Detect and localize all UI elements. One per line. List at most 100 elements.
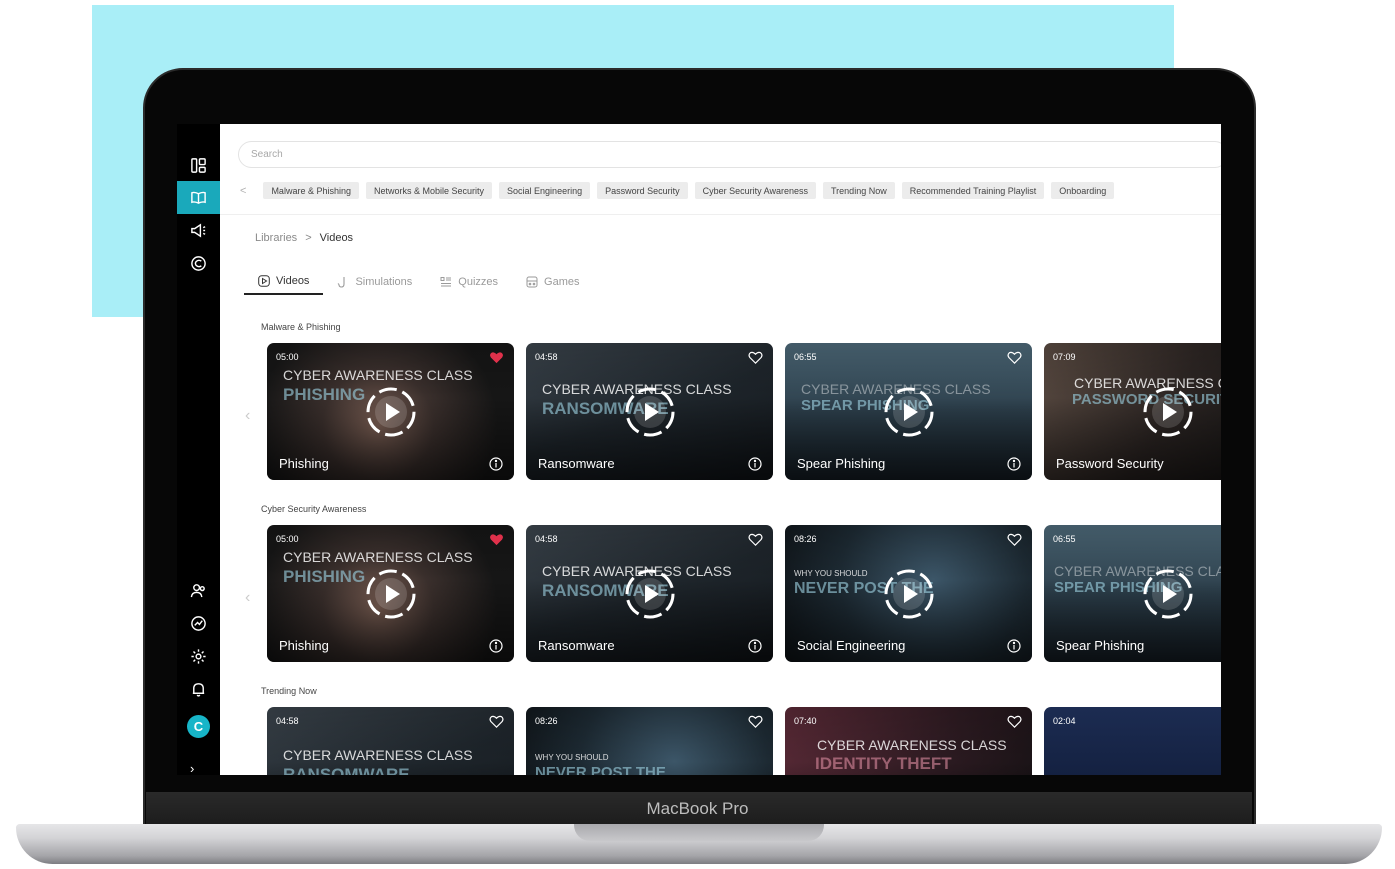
thumbnail-overlay-text: CYBER AWARENESS CLASS xyxy=(817,737,1007,753)
video-duration: 07:40 xyxy=(794,716,817,726)
chip-trending-now[interactable]: Trending Now xyxy=(823,182,895,199)
tab-videos[interactable]: Videos xyxy=(244,269,324,295)
settings-gear-icon xyxy=(191,649,206,664)
heart-outline-icon[interactable] xyxy=(1007,714,1022,729)
heart-outline-icon[interactable] xyxy=(748,350,763,365)
video-card[interactable]: CYBER AWARENESS CLASS PHISHING 05:00 Phi… xyxy=(267,525,514,662)
main-content: Search < Malware & Phishing Networks & M… xyxy=(220,124,1221,775)
video-card[interactable]: CYBER AWARENESS CLASS RANSOMWARE 04:58 R… xyxy=(526,343,773,480)
chip-malware-phishing[interactable]: Malware & Phishing xyxy=(263,182,359,199)
sidebar-item-settings[interactable] xyxy=(177,640,220,673)
info-icon[interactable] xyxy=(1007,457,1021,471)
info-icon[interactable] xyxy=(489,639,503,653)
dashboard-icon xyxy=(191,158,206,173)
video-title: Social Engineering xyxy=(797,638,906,653)
heart-outline-icon[interactable] xyxy=(748,532,763,547)
category-chips: < Malware & Phishing Networks & Mobile S… xyxy=(240,182,1115,199)
sidebar-item-users[interactable] xyxy=(177,574,220,607)
tab-simulations[interactable]: Simulations xyxy=(323,269,426,295)
video-card[interactable]: WHY YOU SHOULD NEVER POST THE 08:26 Soci… xyxy=(785,525,1032,662)
chip-recommended-playlist[interactable]: Recommended Training Playlist xyxy=(901,182,1045,199)
video-card[interactable]: CYBER AWARENESS CLASS RANSOMWARE 04:58 xyxy=(267,707,514,775)
sidebar-item-campaigns[interactable] xyxy=(177,214,220,247)
video-card[interactable]: 02:04 xyxy=(1044,707,1221,775)
video-card[interactable]: CYBER AWARENESS CLASS SPEAR PHISHING 06:… xyxy=(1044,525,1221,662)
sidebar: C › xyxy=(177,124,220,775)
sidebar-item-dashboard[interactable] xyxy=(177,149,220,182)
video-title: Phishing xyxy=(279,638,329,653)
play-button-icon[interactable] xyxy=(1142,386,1194,438)
hook-icon xyxy=(338,277,345,288)
section-title-cyber-awareness: Cyber Security Awareness xyxy=(261,504,367,514)
laptop-notch xyxy=(574,824,824,841)
info-icon[interactable] xyxy=(748,457,762,471)
video-card[interactable]: CYBER AWARENESS CLASS IDENTITY THEFT 07:… xyxy=(785,707,1032,775)
thumbnail-overlay-text: CYBER AWARENESS CLASS xyxy=(283,747,473,763)
play-button-icon[interactable] xyxy=(883,386,935,438)
video-duration: 05:00 xyxy=(276,352,299,362)
avatar[interactable]: C xyxy=(187,715,210,738)
thumbnail-overlay-subtitle: NEVER POST THE xyxy=(535,764,666,775)
video-duration: 06:55 xyxy=(794,352,817,362)
tab-simulations-label: Simulations xyxy=(355,276,413,288)
breadcrumb-libraries[interactable]: Libraries xyxy=(255,232,297,244)
video-title: Spear Phishing xyxy=(1056,638,1145,653)
row-scroll-left-icon[interactable]: ‹ xyxy=(245,589,250,607)
heart-outline-icon[interactable] xyxy=(748,714,763,729)
play-button-icon[interactable] xyxy=(883,568,935,620)
heart-outline-icon[interactable] xyxy=(489,714,504,729)
thumbnail-overlay-text: CYBER AWARENESS CLASS xyxy=(283,549,473,565)
video-duration: 07:09 xyxy=(1053,352,1076,362)
sidebar-item-analytics[interactable] xyxy=(177,607,220,640)
chips-scroll-left-icon[interactable]: < xyxy=(240,185,246,197)
play-button-icon[interactable] xyxy=(624,386,676,438)
tab-videos-label: Videos xyxy=(276,275,310,287)
play-button-icon[interactable] xyxy=(365,386,417,438)
heart-filled-icon[interactable] xyxy=(489,532,504,547)
bell-icon xyxy=(192,683,205,697)
megaphone-icon xyxy=(191,223,206,238)
play-circle-icon xyxy=(258,275,270,287)
copyright-icon xyxy=(191,256,206,271)
video-duration: 08:26 xyxy=(794,534,817,544)
video-duration: 04:58 xyxy=(276,716,299,726)
library-book-icon xyxy=(191,191,206,204)
tab-games[interactable]: Games xyxy=(512,269,593,295)
search-input[interactable]: Search xyxy=(238,141,1221,168)
play-button-icon[interactable] xyxy=(624,568,676,620)
chip-networks-mobile[interactable]: Networks & Mobile Security xyxy=(365,182,493,199)
info-icon[interactable] xyxy=(748,639,762,653)
sidebar-expand-chevron-icon[interactable]: › xyxy=(190,761,194,775)
video-title: Spear Phishing xyxy=(797,456,886,471)
heart-outline-icon[interactable] xyxy=(1007,350,1022,365)
section-title-malware-phishing: Malware & Phishing xyxy=(261,322,341,332)
thumbnail-overlay-text: WHY YOU SHOULD xyxy=(535,753,609,762)
video-card[interactable]: WHY YOU SHOULD NEVER POST THE 08:26 xyxy=(526,707,773,775)
header-divider xyxy=(220,214,1221,215)
info-icon[interactable] xyxy=(1007,639,1021,653)
play-button-icon[interactable] xyxy=(1142,568,1194,620)
chip-social-engineering[interactable]: Social Engineering xyxy=(499,182,591,199)
video-title: Ransomware xyxy=(538,456,615,471)
play-button-icon[interactable] xyxy=(365,568,417,620)
chip-password-security[interactable]: Password Security xyxy=(597,182,688,199)
video-duration: 02:04 xyxy=(1053,716,1076,726)
tab-quizzes[interactable]: Quizzes xyxy=(426,269,512,295)
video-card[interactable]: CYBER AWARENESS CLASS RANSOMWARE 04:58 R… xyxy=(526,525,773,662)
chip-cyber-awareness[interactable]: Cyber Security Awareness xyxy=(694,182,817,199)
heart-filled-icon[interactable] xyxy=(489,350,504,365)
sidebar-item-notifications[interactable] xyxy=(177,673,220,706)
section-title-trending-now: Trending Now xyxy=(261,686,317,696)
video-card[interactable]: CYBER AWARENESS CLASS PASSWORD SECURITY … xyxy=(1044,343,1221,480)
sidebar-item-library[interactable] xyxy=(177,181,220,214)
thumbnail-overlay-subtitle: RANSOMWARE xyxy=(283,765,410,775)
video-title: Password Security xyxy=(1056,456,1164,471)
sidebar-item-compliance[interactable] xyxy=(177,247,220,280)
thumbnail-overlay-subtitle: PHISHING xyxy=(283,567,366,586)
video-card[interactable]: CYBER AWARENESS CLASS SPEAR PHISHING 06:… xyxy=(785,343,1032,480)
heart-outline-icon[interactable] xyxy=(1007,532,1022,547)
video-card[interactable]: CYBER AWARENESS CLASS PHISHING 05:00 Phi… xyxy=(267,343,514,480)
row-scroll-left-icon[interactable]: ‹ xyxy=(245,407,250,425)
chip-onboarding[interactable]: Onboarding xyxy=(1051,182,1115,199)
info-icon[interactable] xyxy=(489,457,503,471)
